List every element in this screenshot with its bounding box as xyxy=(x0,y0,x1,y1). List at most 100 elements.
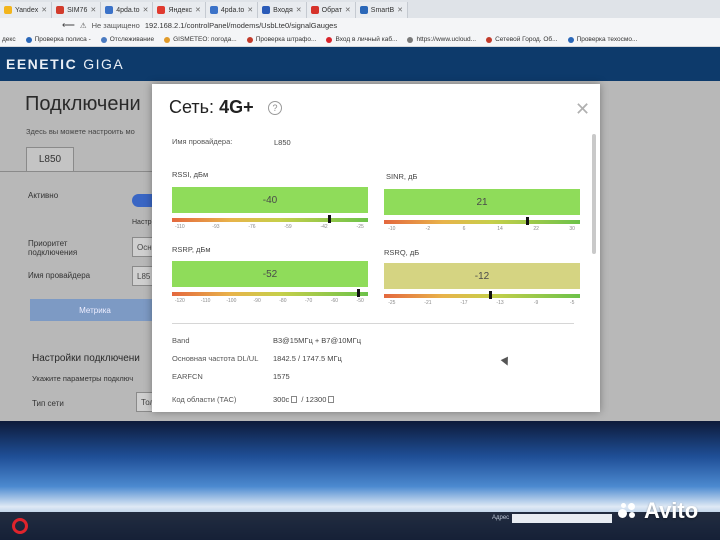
rssi-ticks: -110 -93 -76 -59 -42 -25 xyxy=(172,224,368,232)
section-hint: Укажите параметры подключ xyxy=(32,374,134,383)
sinr-label: SINR, дБ xyxy=(386,172,418,181)
bookmark-item[interactable]: GISMETEO: погода... xyxy=(164,36,237,43)
priority-label-line: подключения xyxy=(28,248,78,257)
bookmark-item[interactable]: Проверка техосмо... xyxy=(567,36,637,43)
rssi-value-bar: -40 xyxy=(172,187,368,213)
tab-favicon-icon xyxy=(209,6,218,14)
scale-tick-label: -120 xyxy=(174,298,185,304)
back-icon[interactable]: ⟵ xyxy=(62,20,75,31)
tab-l850[interactable]: L850 xyxy=(26,147,74,171)
close-tab-icon[interactable]: ✕ xyxy=(247,6,253,14)
rsrq-scale xyxy=(384,291,580,299)
tac-hex-value: 300c xyxy=(273,395,290,404)
browser-tab[interactable]: 4pda.to ✕ xyxy=(205,2,259,18)
close-tab-icon[interactable]: ✕ xyxy=(41,6,47,14)
rssi-scale xyxy=(172,215,368,223)
active-label: Активно xyxy=(28,191,59,200)
brand-logo[interactable]: EENETIC GIGA xyxy=(6,56,124,72)
tab-favicon-icon xyxy=(262,6,271,14)
bookmark-item[interactable]: https://www.ucloud... xyxy=(407,36,476,43)
scale-tick-label: -110 xyxy=(200,298,211,304)
scale-tick-label: 6 xyxy=(462,226,466,232)
bookmark-label: Проверка штрафо... xyxy=(255,36,317,43)
rsrq-label: RSRQ, дБ xyxy=(384,248,420,257)
tab-favicon-icon xyxy=(4,6,12,14)
bookmark-item[interactable]: Вход в личный каб... xyxy=(326,36,397,43)
bookmark-favicon-icon xyxy=(407,36,414,43)
taskbar-address-label: Адрес xyxy=(492,515,510,521)
priority-label-line: Приоритет xyxy=(28,239,68,248)
close-tab-icon[interactable]: ✕ xyxy=(90,6,96,14)
frequency-value: 1842.5 / 1747.5 МГц xyxy=(273,354,342,363)
address-bar[interactable]: ⟵ ⚠ Не защищено 192.168.2.1/controlPanel… xyxy=(0,18,720,33)
rssi-marker xyxy=(327,215,331,223)
scale-tick-label: -2 xyxy=(425,226,431,232)
security-label: Не защищено xyxy=(91,21,140,30)
rsrp-marker xyxy=(357,289,361,297)
browser-tab[interactable]: 4pda.to ✕ xyxy=(101,2,154,18)
tab-label: SIM76 xyxy=(67,6,88,14)
help-icon[interactable]: ? xyxy=(268,101,282,115)
section-title: Настройки подключени xyxy=(32,353,140,364)
provider-value: L850 xyxy=(274,138,291,147)
copy-icon[interactable] xyxy=(291,396,298,403)
scale-tick-label: -42 xyxy=(320,224,328,230)
section-divider xyxy=(172,323,574,324)
frequency-label: Основная частота DL/UL xyxy=(172,354,259,363)
close-tab-icon[interactable]: ✕ xyxy=(195,6,201,14)
network-type-value: 4G+ xyxy=(219,97,254,117)
close-icon[interactable]: ✕ xyxy=(575,100,590,118)
tab-label: 4pda.to xyxy=(116,6,140,14)
copy-icon[interactable] xyxy=(328,396,335,403)
modal-title-prefix: Сеть: xyxy=(169,97,215,117)
close-tab-icon[interactable]: ✕ xyxy=(143,6,149,14)
browser-tab[interactable]: Обрат ✕ xyxy=(306,2,356,18)
close-tab-icon[interactable]: ✕ xyxy=(345,6,351,14)
bookmark-item[interactable]: Отслеживание xyxy=(100,36,155,43)
bookmark-label: Вход в личный каб... xyxy=(335,36,398,43)
bookmark-item[interactable]: Проверка полиса - xyxy=(25,36,91,43)
tab-label: SmartB xyxy=(370,6,395,14)
scale-tick-label: -59 xyxy=(284,224,292,230)
sinr-ticks: -10 -2 6 14 22 30 xyxy=(384,226,580,234)
priority-label: Приоритет подключения xyxy=(28,239,77,257)
close-tab-icon[interactable]: ✕ xyxy=(397,6,403,14)
rssi-label: RSSI, дБм xyxy=(172,170,209,179)
browser-tab[interactable]: Яндекс ✕ xyxy=(153,2,206,18)
page-title: Подключени xyxy=(25,93,141,115)
rsrq-ticks: -25 -21 -17 -13 -9 -5 xyxy=(384,300,580,308)
band-label: Band xyxy=(172,336,190,345)
browser-tab[interactable]: SIM76 ✕ xyxy=(52,2,102,18)
browser-tab[interactable]: Входя ✕ xyxy=(258,2,307,18)
rsrp-ticks: -120 -110 -100 -90 -80 -70 -60 -50 xyxy=(172,298,368,306)
bookmark-item[interactable]: Сетевой Город. Об... xyxy=(486,36,558,43)
tac-value: 300c / 12300 xyxy=(273,395,336,404)
scale-tick-label: 14 xyxy=(497,226,503,232)
network-type-label: Тип сети xyxy=(32,399,64,408)
browser-tab[interactable]: SmartB ✕ xyxy=(355,2,409,18)
modal-scrollbar[interactable] xyxy=(592,134,596,254)
bookmark-item[interactable]: Проверка штрафо... xyxy=(246,36,317,43)
bookmark-favicon-icon xyxy=(486,36,493,43)
tab-favicon-icon xyxy=(56,6,65,14)
url-text[interactable]: 192.168.2.1/controlPanel/modems/UsbLte0/… xyxy=(145,21,337,30)
tab-favicon-icon xyxy=(157,6,166,14)
scale-tick-label: -9 xyxy=(533,300,539,306)
metrics-button[interactable]: Метрика xyxy=(30,299,160,321)
close-tab-icon[interactable]: ✕ xyxy=(296,6,302,14)
rsrq-marker xyxy=(488,291,492,299)
browser-tab[interactable]: Yandex ✕ xyxy=(0,2,53,18)
taskbar-address-field[interactable] xyxy=(512,514,612,523)
bookmark-favicon-icon xyxy=(164,36,171,43)
rsrq-value-bar: -12 xyxy=(384,263,580,289)
opera-icon[interactable] xyxy=(12,518,28,534)
brand-suffix: GIGA xyxy=(83,56,125,72)
rsrp-label: RSRP, дБм xyxy=(172,245,211,254)
provider-name-label: Имя провайдера xyxy=(28,271,91,280)
bookmark-label: Отслеживание xyxy=(109,36,155,43)
bookmarks-prefix: декс xyxy=(2,36,16,43)
page-subtitle: Здесь вы можете настроить мо xyxy=(26,127,135,136)
scale-tick-label: -70 xyxy=(305,298,313,304)
earfcn-value: 1575 xyxy=(273,372,290,381)
brand-name: EENETIC xyxy=(6,56,78,72)
